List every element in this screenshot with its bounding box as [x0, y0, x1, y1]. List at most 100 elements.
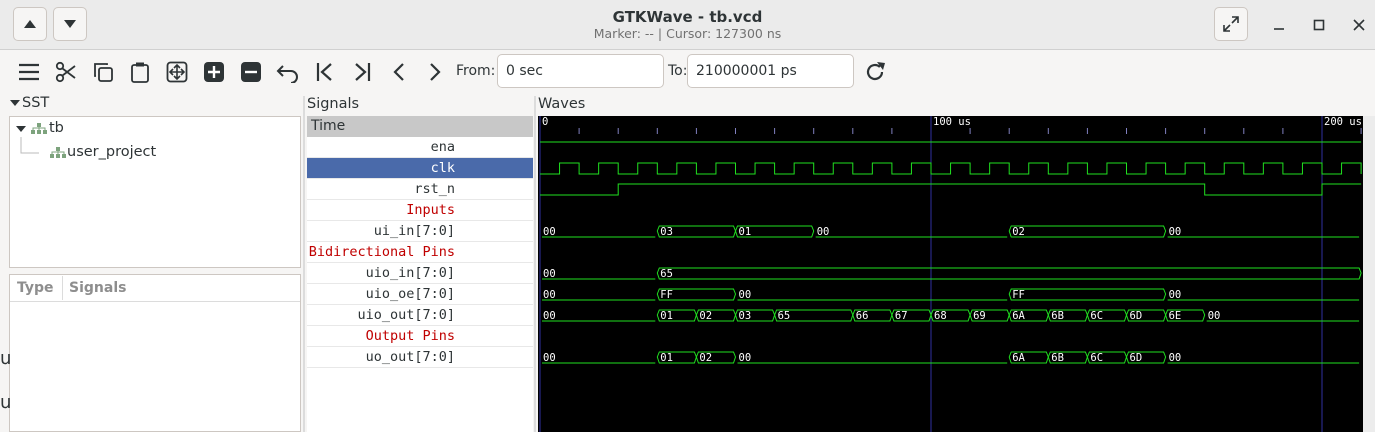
signal-row[interactable]: uio_oe[7:0] — [307, 284, 533, 305]
signal-row[interactable]: uo_out[7:0] — [307, 347, 533, 368]
close-icon — [1353, 19, 1365, 31]
ui_in-value: 00 — [543, 226, 556, 238]
vertical-scrollbar[interactable] — [1363, 116, 1375, 432]
time-tick-label: 200 us — [1324, 116, 1362, 128]
uo_out-value: 6D — [1130, 352, 1143, 364]
copy-button[interactable] — [88, 56, 118, 88]
rst-n-trace — [540, 183, 1362, 196]
uo_out-value: 00 — [1169, 352, 1182, 364]
uio_out-value: 00 — [1208, 310, 1221, 322]
column-type[interactable]: Type — [17, 280, 54, 296]
column-signals[interactable]: Signals — [69, 280, 126, 296]
signal-row[interactable]: ena — [307, 137, 533, 158]
module-icon — [31, 123, 47, 134]
uo_out-value: 00 — [739, 352, 752, 364]
uio_out-value: 02 — [699, 310, 712, 322]
signal-row[interactable]: uio_in[7:0] — [307, 263, 533, 284]
uo_out-value: 6A — [1012, 352, 1025, 364]
zoom-in-icon — [204, 62, 224, 82]
uio_out-value: 6B — [1051, 310, 1064, 322]
signal-row[interactable]: ui_in[7:0] — [307, 221, 533, 242]
fullscreen-button[interactable] — [1214, 7, 1248, 41]
minimize-button[interactable] — [1264, 10, 1294, 40]
menu-button[interactable] — [14, 56, 44, 88]
signal-row[interactable]: rst_n — [307, 179, 533, 200]
signal-name: Output Pins — [365, 328, 455, 344]
signal-name: uio_in[7:0] — [365, 265, 455, 281]
time-tick-label: 100 us — [933, 116, 971, 128]
pane-divider[interactable] — [303, 96, 305, 432]
uo_out-value: 00 — [543, 352, 556, 364]
uo_out-value: 6C — [1090, 352, 1103, 364]
ui_in-value: 00 — [817, 226, 830, 238]
time-tick-label: 0 — [542, 116, 548, 128]
uio_out-value: 66 — [856, 310, 869, 322]
zoom-fit-button[interactable] — [162, 56, 192, 88]
copy-icon — [94, 63, 113, 82]
paste-icon — [131, 62, 149, 83]
time-label: Time — [311, 118, 346, 134]
to-time-input[interactable]: 210000001 ps — [687, 54, 854, 88]
tree-expand-icon[interactable] — [15, 124, 27, 134]
tree-item-tb[interactable]: tb — [49, 120, 64, 136]
uio_out-value: 68 — [934, 310, 947, 322]
signal-group-comment[interactable]: Output Pins — [307, 326, 533, 347]
uio_out-value: 00 — [543, 310, 556, 322]
sst-expander-icon[interactable] — [9, 98, 21, 108]
wave-canvas[interactable]: 0 100 us 200 us 00 03 01 00 02 00 00 65 00 FF 00 FF 00 0… — [538, 116, 1363, 432]
signal-name: uo_out[7:0] — [365, 349, 455, 365]
undo-button[interactable] — [273, 56, 303, 88]
signal-name: rst_n — [414, 181, 455, 197]
jump-end-button[interactable] — [347, 56, 377, 88]
wave-svg: 0 100 us 200 us 00 03 01 00 02 00 00 65 00 FF 00 FF 00 0… — [539, 116, 1362, 432]
signal-row[interactable]: uio_out[7:0] — [307, 305, 533, 326]
from-time-input[interactable]: 0 sec — [497, 54, 664, 88]
signal-group-comment[interactable]: Inputs — [307, 200, 533, 221]
uio_out-value: 6D — [1130, 310, 1143, 322]
waves-header: Waves — [538, 96, 586, 112]
zoom-out-button[interactable] — [236, 56, 266, 88]
prev-edge-button[interactable] — [384, 56, 414, 88]
cut-icon — [55, 61, 76, 83]
chevron-right-icon — [430, 63, 441, 81]
sst-tree — [9, 116, 301, 268]
ui_in-value: 00 — [1169, 226, 1182, 238]
uio_out-value: 03 — [739, 310, 752, 322]
cut-button[interactable] — [51, 56, 81, 88]
zoom-fit-icon — [166, 61, 188, 83]
close-button[interactable] — [1344, 10, 1374, 40]
zoom-in-button[interactable] — [199, 56, 229, 88]
window-subtitle: Marker: -- | Cursor: 127300 ns — [593, 26, 782, 41]
reload-button[interactable] — [860, 56, 890, 88]
background-window-fragment: u — [0, 348, 12, 369]
tree-item-user-project[interactable]: user_project — [67, 144, 156, 160]
paste-button[interactable] — [125, 56, 155, 88]
expand-icon — [1223, 16, 1239, 32]
uio_oe-value: 00 — [1169, 289, 1182, 301]
signal-name: ena — [430, 139, 455, 155]
signal-name: uio_out[7:0] — [357, 307, 455, 323]
background-window-fragment: u — [0, 392, 12, 413]
signal-group-comment[interactable]: Bidirectional Pins — [307, 242, 533, 263]
maximize-button[interactable] — [1304, 10, 1334, 40]
uio_oe-value: FF — [1012, 289, 1025, 301]
jump-start-button[interactable] — [310, 56, 340, 88]
uio_out-value: 01 — [660, 310, 673, 322]
pane-divider[interactable] — [534, 96, 536, 432]
maximize-icon — [1313, 19, 1325, 31]
signal-name: uio_oe[7:0] — [365, 286, 455, 302]
signal-row[interactable]: clk — [307, 158, 533, 179]
uio_out-value: 67 — [895, 310, 908, 322]
signal-name: Inputs — [406, 202, 455, 218]
sst-header: SST — [22, 95, 50, 111]
clk-trace — [540, 162, 1362, 175]
jump-end-icon — [355, 63, 371, 81]
signal-name: ui_in[7:0] — [373, 223, 455, 239]
next-edge-button[interactable] — [420, 56, 450, 88]
uo_out-value: 6B — [1051, 352, 1064, 364]
uio_oe-value: 00 — [739, 289, 752, 301]
signal-name: Bidirectional Pins — [308, 244, 455, 260]
ui_in-value: 01 — [739, 226, 752, 238]
uio_out-value: 6E — [1169, 310, 1182, 322]
signal-name: clk — [430, 160, 455, 176]
